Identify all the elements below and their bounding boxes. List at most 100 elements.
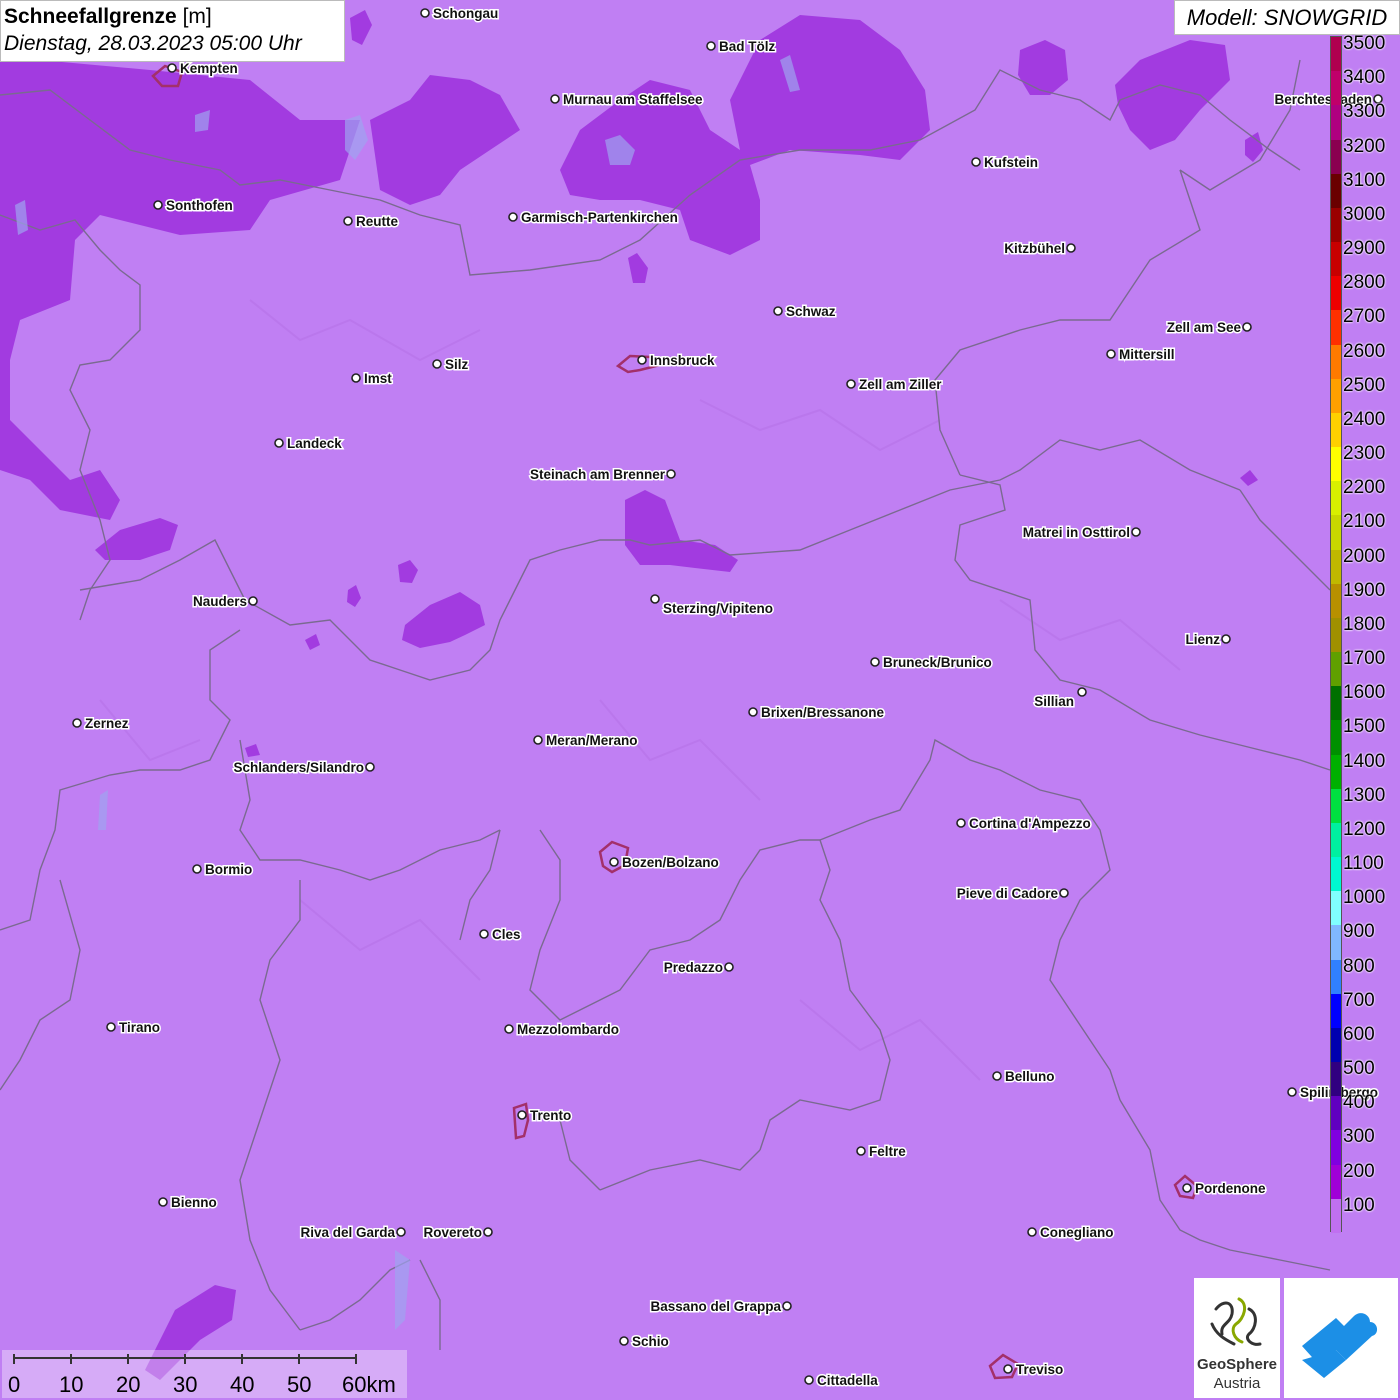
city-label: Cortina d'Ampezzo — [969, 816, 1091, 831]
city-marker[interactable]: Sonthofen — [153, 197, 234, 215]
legend-color-step — [1331, 447, 1341, 482]
geosphere-emblem-icon — [1210, 1297, 1262, 1346]
city-label: Matrei in Osttirol — [1023, 525, 1130, 540]
city-dot — [1066, 243, 1076, 253]
city-dot — [748, 707, 758, 717]
legend-level-label: 100 — [1343, 1194, 1375, 1216]
scale-tick-label: 40 — [230, 1372, 255, 1397]
scale-tick-label: 50 — [287, 1372, 312, 1397]
city-label: Cles — [492, 927, 521, 942]
city-label: Bienno — [171, 1195, 217, 1210]
city-label: Trento — [530, 1108, 571, 1123]
city-dot — [1106, 349, 1116, 359]
title-main: Schneefallgrenze — [4, 5, 177, 28]
city-label: Pordenone — [1195, 1181, 1266, 1196]
city-marker[interactable]: Bozen/Bolzano — [609, 854, 720, 872]
city-marker[interactable]: Brixen/Bressanone — [748, 704, 886, 722]
city-marker[interactable]: Kitzbühel — [1003, 240, 1076, 258]
legend-color-step — [1331, 720, 1341, 756]
city-dot — [483, 1227, 493, 1237]
city-dot — [1059, 888, 1069, 898]
city-label: Pieve di Cadore — [957, 886, 1059, 901]
city-marker[interactable]: Cortina d'Ampezzo — [956, 815, 1092, 833]
city-marker[interactable]: Pieve di Cadore — [955, 885, 1069, 903]
city-dot — [1131, 527, 1141, 537]
map-title: Schneefallgrenze [m] Dienstag, 28.03.202… — [0, 0, 345, 62]
legend-level-label: 500 — [1343, 1058, 1375, 1080]
city-dot — [274, 438, 284, 448]
city-marker[interactable]: Schongau — [420, 5, 500, 23]
city-dot — [153, 200, 163, 210]
city-dot — [432, 359, 442, 369]
legend-level-label: 300 — [1343, 1126, 1375, 1148]
city-marker[interactable]: Conegliano — [1027, 1224, 1115, 1242]
city-marker[interactable]: Garmisch-Partenkirchen — [508, 209, 679, 227]
snowfall-limit-map[interactable]: Schongau Bad Tölz Kempten Murnau am Staffel… — [0, 0, 1400, 1400]
city-marker[interactable]: Bruneck/Brunico — [870, 654, 993, 672]
legend-color-step — [1331, 993, 1341, 1029]
city-label: Zernez — [85, 716, 129, 731]
city-label: Lienz — [1185, 632, 1220, 647]
city-dot — [396, 1227, 406, 1237]
color-legend: 3500 3400 3300 3200 3100 3000 2900 2800 2700 2600… — [1330, 33, 1400, 1234]
city-label: Feltre — [869, 1144, 906, 1159]
legend-level-label: 400 — [1343, 1092, 1375, 1114]
city-marker[interactable]: Predazzo — [662, 959, 734, 977]
legend-level-label: 700 — [1343, 989, 1375, 1011]
scale-tick-label: 10 — [59, 1372, 84, 1397]
city-dot — [971, 157, 981, 167]
city-label: Schio — [632, 1334, 669, 1349]
legend-level-label: 1400 — [1343, 750, 1386, 772]
city-dot — [637, 355, 647, 365]
geosphere-name: GeoSphere — [1196, 1356, 1278, 1373]
legend-color-step — [1331, 549, 1341, 585]
city-label: Schlanders/Silandro — [233, 760, 364, 775]
legend-level-label: 3500 — [1343, 33, 1386, 54]
city-marker[interactable]: Rovereto — [422, 1224, 493, 1242]
weather-app-logo[interactable] — [1284, 1278, 1398, 1398]
city-dot — [804, 1375, 814, 1385]
legend-level-label: 1900 — [1343, 579, 1386, 601]
city-marker[interactable]: Murnau am Staffelsee — [550, 91, 705, 109]
city-dot — [167, 63, 177, 73]
legend-level-label: 1500 — [1343, 716, 1386, 738]
city-label: Innsbruck — [650, 353, 715, 368]
legend-level-label: 1800 — [1343, 613, 1386, 635]
legend-color-step — [1331, 652, 1341, 687]
city-marker[interactable]: Schlanders/Silandro — [232, 759, 375, 777]
city-marker[interactable]: Zell am Ziller — [846, 376, 944, 394]
legend-color-step — [1331, 481, 1341, 516]
city-marker[interactable]: Innsbruck — [637, 352, 717, 370]
city-dot — [1003, 1364, 1013, 1374]
city-marker[interactable]: Zell am See — [1165, 319, 1252, 337]
city-marker[interactable]: Riva del Garda — [299, 1224, 406, 1242]
city-marker[interactable]: Meran/Merano — [533, 732, 639, 750]
city-marker[interactable]: Matrei in Osttirol — [1021, 524, 1141, 542]
legend-color-step — [1331, 105, 1341, 140]
scale-tick-label: 60km — [342, 1372, 396, 1397]
city-marker[interactable]: Steinach am Brenner — [528, 466, 676, 484]
legend-level-label: 1700 — [1343, 648, 1386, 670]
legend-color-step — [1331, 37, 1341, 72]
legend-level-label: 1100 — [1343, 853, 1384, 875]
geosphere-logo[interactable]: GeoSphere Austria — [1194, 1278, 1280, 1398]
city-marker[interactable]: Bassano del Grappa — [649, 1298, 792, 1316]
city-label: Mittersill — [1119, 347, 1175, 362]
legend-color-step — [1331, 959, 1341, 995]
city-label: Bassano del Grappa — [650, 1299, 781, 1314]
city-dot — [158, 1197, 168, 1207]
city-marker[interactable]: Pordenone — [1182, 1180, 1267, 1198]
legend-color-step — [1331, 1062, 1341, 1097]
city-dot — [706, 41, 716, 51]
legend-level-label: 900 — [1343, 921, 1375, 943]
legend-color-step — [1331, 754, 1341, 790]
city-label: Conegliano — [1040, 1225, 1114, 1240]
legend-color-step — [1331, 1096, 1341, 1131]
legend-level-label: 2400 — [1343, 408, 1386, 430]
legend-color-step — [1331, 857, 1341, 892]
legend-color-step — [1331, 276, 1341, 311]
city-dot — [992, 1071, 1002, 1081]
city-label: Bad Tölz — [719, 39, 775, 54]
city-dot — [504, 1024, 514, 1034]
city-marker[interactable]: Mezzolombardo — [504, 1021, 621, 1039]
